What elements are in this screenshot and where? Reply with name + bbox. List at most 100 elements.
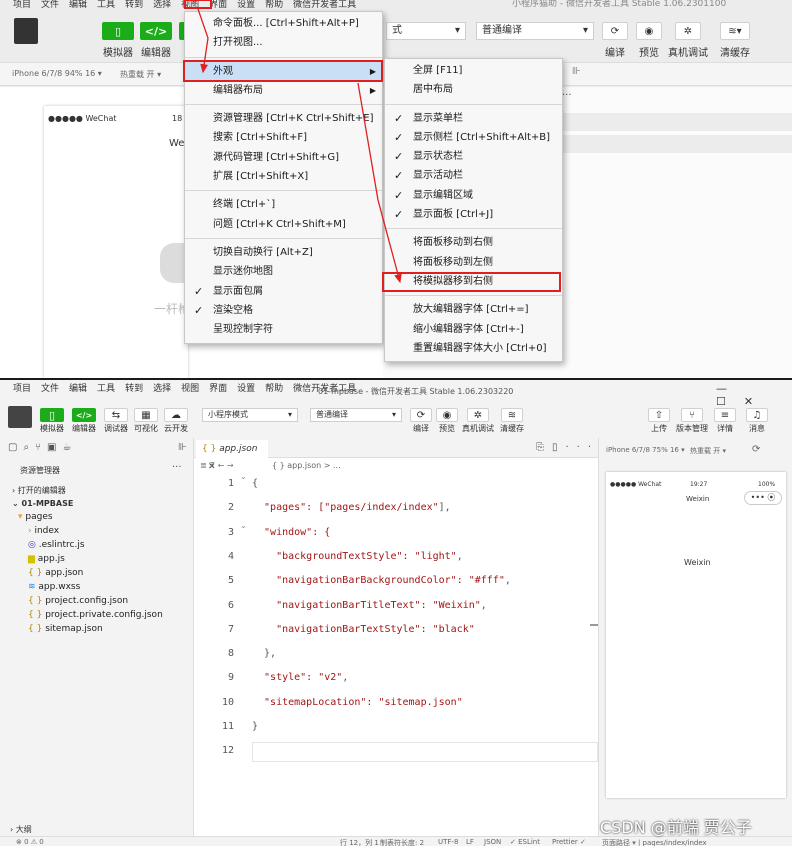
menu-3[interactable]: 工具: [92, 1, 120, 10]
menu-item[interactable]: 将面板移动到左侧: [385, 253, 562, 272]
problems-count[interactable]: ⊗ 0 ⚠ 0: [16, 838, 44, 846]
menu-8[interactable]: 设置: [232, 385, 260, 394]
menu-item[interactable]: 打开视图...: [185, 33, 382, 52]
remote-debug-tool[interactable]: ✲ 真机调试: [668, 22, 708, 59]
menu-8[interactable]: 设置: [232, 1, 260, 10]
file-item[interactable]: { } app.json: [18, 566, 163, 580]
tab-app-json[interactable]: { } app.json ✕: [196, 440, 268, 472]
menu-item[interactable]: 命令面板... [Ctrl+Shift+Alt+P]: [185, 14, 382, 33]
file-item[interactable]: { } sitemap.json: [18, 622, 163, 636]
menu-4[interactable]: 转到: [120, 385, 148, 394]
simulator-tool[interactable]: ▯ 模拟器: [40, 408, 64, 434]
compile-tool[interactable]: ⟳ 编译: [602, 22, 628, 59]
menu-item[interactable]: ✓ 显示面包屑: [185, 282, 382, 301]
refresh-icon[interactable]: ⟳: [752, 444, 760, 455]
panel-toggle-icon[interactable]: ⊪: [572, 66, 581, 77]
menu-0[interactable]: 项目: [8, 1, 36, 10]
file-item[interactable]: { } project.config.json: [18, 594, 163, 608]
editor-tool[interactable]: </> 编辑器: [140, 22, 172, 59]
menu-item[interactable]: ✓ 显示活动栏: [385, 166, 562, 185]
file-item[interactable]: ◎ .eslintrc.js: [18, 538, 163, 552]
editor-actions[interactable]: ⎘▯···: [536, 442, 599, 453]
avatar[interactable]: [14, 18, 38, 44]
editor-tool[interactable]: </> 编辑器: [72, 408, 96, 434]
menu-item[interactable]: ✓ 显示菜单栏: [385, 109, 562, 128]
device-select[interactable]: iPhone 6/7/8 94% 16 ▾: [12, 69, 102, 78]
simulator-tool[interactable]: ▯ 模拟器: [102, 22, 134, 59]
more-icon[interactable]: ···: [172, 462, 182, 473]
compile-tool[interactable]: ⟳ 编译: [410, 408, 432, 434]
menu-item[interactable]: 居中布局: [385, 80, 562, 99]
menu-item[interactable]: 资源管理器 [Ctrl+K Ctrl+Shift+E]: [185, 109, 382, 128]
remote-debug-tool[interactable]: ✲ 真机调试: [462, 408, 494, 434]
avatar[interactable]: [8, 406, 32, 428]
preview-tool[interactable]: ◉ 预览: [436, 408, 458, 434]
menu-10[interactable]: 微信开发者工具: [288, 1, 361, 10]
line-ending[interactable]: LF: [466, 838, 474, 846]
messages-tool[interactable]: ♫ 消息: [746, 408, 768, 434]
scrollbar[interactable]: [590, 624, 598, 626]
menu-6[interactable]: 视图: [176, 385, 204, 394]
details-tool[interactable]: ≡ 详情: [714, 408, 736, 434]
compile-mode-dropdown[interactable]: 普通编译 ▾: [476, 22, 594, 40]
preview-tool[interactable]: ◉ 预览: [636, 22, 662, 59]
file-item[interactable]: ≋ app.wxss: [18, 580, 163, 594]
upload-tool[interactable]: ⇧ 上传: [648, 408, 670, 434]
menu-7[interactable]: 界面: [204, 385, 232, 394]
menu-item[interactable]: 终端 [Ctrl+`]: [185, 195, 382, 214]
indent-setting[interactable]: 制表符长度: 2: [380, 838, 424, 846]
more-icon[interactable]: ···: [562, 90, 572, 101]
capsule-button[interactable]: ••• ⦿: [744, 491, 782, 505]
menu-item[interactable]: ✓ 显示编辑区域: [385, 186, 562, 205]
version-tool[interactable]: ⑂ 版本管理: [676, 408, 708, 434]
file-item[interactable]: › index: [18, 524, 163, 538]
menu-item[interactable]: 呈现控制字符: [185, 320, 382, 339]
menu-4[interactable]: 转到: [120, 1, 148, 10]
file-item[interactable]: ▾ pages: [18, 510, 163, 524]
menu-item[interactable]: 搜索 [Ctrl+Shift+F]: [185, 128, 382, 147]
file-item[interactable]: ▆ app.js: [18, 552, 163, 566]
menu-item[interactable]: ✓ 渲染空格: [185, 301, 382, 320]
hot-reload-toggle[interactable]: 热重载 开 ▾: [120, 69, 161, 80]
prettier-status[interactable]: Prettier ✓: [552, 838, 586, 846]
page-path[interactable]: 页面路径 ▾ | pages/index/index: [602, 838, 707, 846]
language-mode[interactable]: JSON: [484, 838, 501, 846]
menu-2[interactable]: 编辑: [64, 1, 92, 10]
project-header[interactable]: ⌄ 01-MPBASE: [12, 499, 73, 508]
menu-item[interactable]: 缩小编辑器字体 [Ctrl+-]: [385, 320, 562, 339]
menu-item[interactable]: 问题 [Ctrl+K Ctrl+Shift+M]: [185, 215, 382, 234]
menu-item[interactable]: 将面板移动到右侧: [385, 233, 562, 252]
menu-0[interactable]: 项目: [8, 385, 36, 394]
window-controls[interactable]: —☐✕: [716, 382, 792, 408]
mode-dropdown[interactable]: 小程序模式 ▾: [202, 408, 298, 422]
file-item[interactable]: { } project.private.config.json: [18, 608, 163, 622]
menu-9[interactable]: 帮助: [260, 385, 288, 394]
fold-chevron-icon[interactable]: ⌄: [240, 472, 247, 481]
fold-chevron-icon[interactable]: ⌄: [240, 521, 247, 530]
menu-1[interactable]: 文件: [36, 1, 64, 10]
collapse-icon[interactable]: ⊪: [178, 442, 187, 453]
menu-item[interactable]: 放大编辑器字体 [Ctrl+=]: [385, 300, 562, 319]
menu-2[interactable]: 编辑: [64, 385, 92, 394]
menu-3[interactable]: 工具: [92, 385, 120, 394]
encoding[interactable]: UTF-8: [438, 838, 458, 846]
menu-item[interactable]: 源代码管理 [Ctrl+Shift+G]: [185, 148, 382, 167]
hot-reload-toggle[interactable]: 热重载 开 ▾: [690, 446, 726, 456]
outline-header[interactable]: › 大纲: [10, 824, 32, 835]
menu-5[interactable]: 选择: [148, 385, 176, 394]
menu-item[interactable]: 显示迷你地图: [185, 262, 382, 281]
device-select[interactable]: iPhone 6/7/8 75% 16 ▾: [606, 446, 685, 454]
breadcrumb-nav-icons[interactable]: ≣ ⊼ ← →: [200, 461, 234, 470]
menu-9[interactable]: 帮助: [260, 1, 288, 10]
menu-item[interactable]: 扩展 [Ctrl+Shift+X]: [185, 167, 382, 186]
debugger-tool[interactable]: ⇆ 调试器: [104, 408, 128, 434]
visual-tool[interactable]: ▦ 可视化: [134, 408, 158, 434]
menu-item[interactable]: 重置编辑器字体大小 [Ctrl+0]: [385, 339, 562, 358]
cloud-tool[interactable]: ☁ 云开发: [164, 408, 188, 434]
menu-item[interactable]: ✓ 显示状态栏: [385, 147, 562, 166]
clear-cache-tool[interactable]: ≋ 清缓存: [500, 408, 524, 434]
eslint-status[interactable]: ✓ ESLint: [510, 838, 540, 846]
menu-item[interactable]: ✓ 显示侧栏 [Ctrl+Shift+Alt+B]: [385, 128, 562, 147]
menu-item[interactable]: 切换自动换行 [Alt+Z]: [185, 243, 382, 262]
clear-cache-tool[interactable]: ≋▾ 清缓存: [720, 22, 750, 59]
